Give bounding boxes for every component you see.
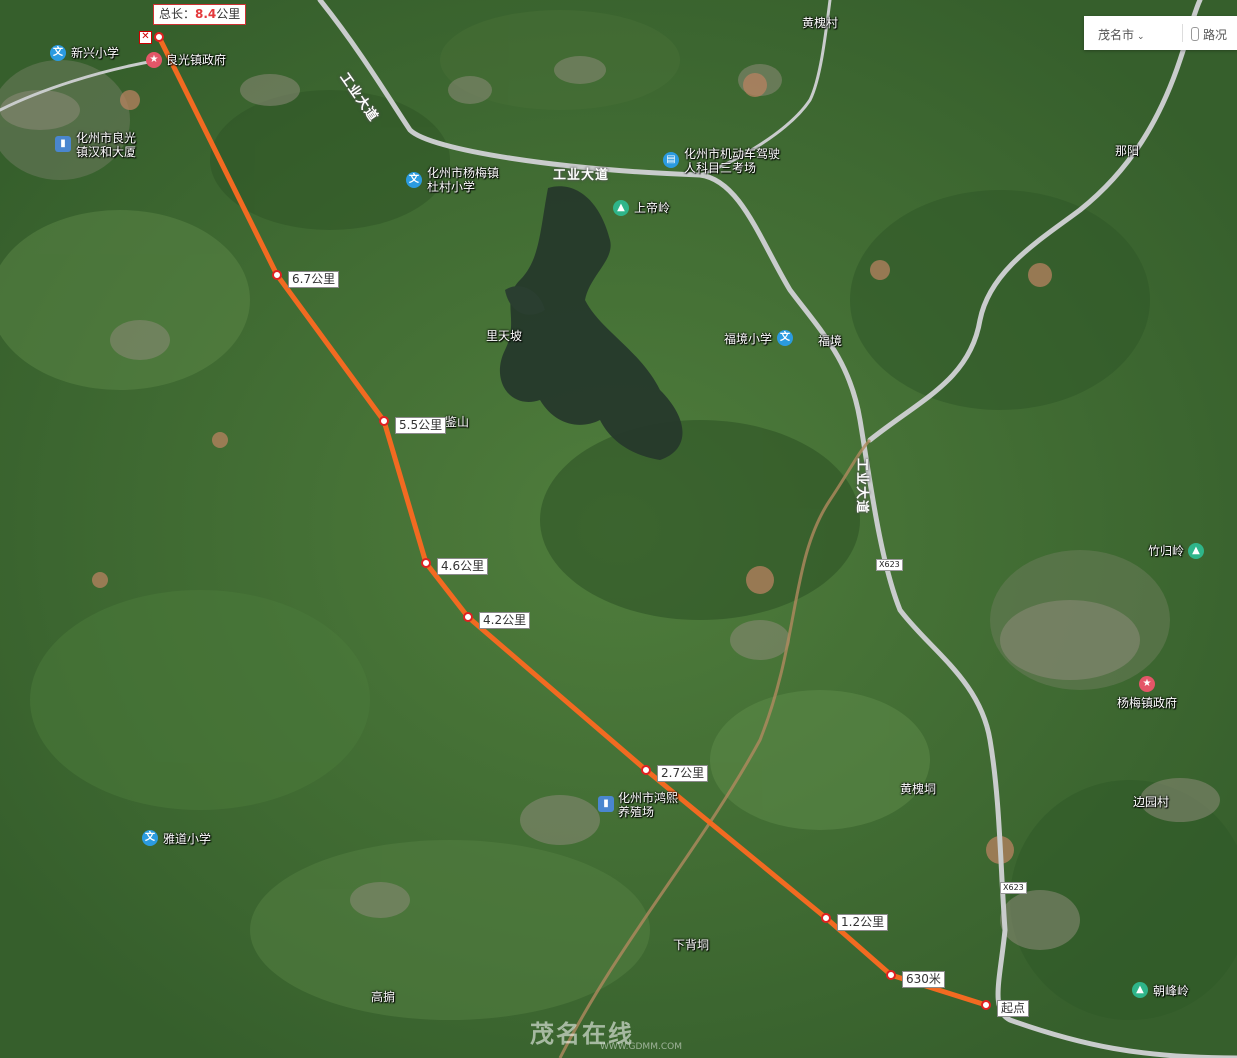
city-selector[interactable]: 茂名市 ⌄ <box>1098 26 1145 43</box>
traffic-light-icon <box>1191 27 1199 41</box>
road-label-gongye: 工业大道 <box>854 458 869 515</box>
poi-label[interactable]: 福境小学 <box>724 332 772 346</box>
watermark-url: WWW.GDMM.COM <box>600 1042 682 1052</box>
route-vertex[interactable] <box>421 558 431 568</box>
route-start-label: 起点 <box>997 1000 1030 1017</box>
route-distance-marker: 4.2公里 <box>479 612 531 629</box>
route-vertex[interactable] <box>272 270 282 280</box>
route-vertex[interactable] <box>821 913 831 923</box>
poi-label[interactable]: 竹归岭 <box>1148 544 1184 558</box>
place-label: 里天坡 <box>486 329 523 343</box>
farm-icon[interactable]: ▮ <box>598 796 614 812</box>
poi-label[interactable]: 杨梅镇政府 <box>1117 696 1177 710</box>
government-icon[interactable]: ★ <box>146 52 162 68</box>
poi-label[interactable]: 良光镇政府 <box>166 53 226 67</box>
route-vertex-end[interactable] <box>154 32 164 42</box>
chevron-down-icon: ⌄ <box>1137 32 1145 42</box>
route-distance-marker: 4.6公里 <box>437 558 489 575</box>
school-icon[interactable]: 文 <box>406 172 422 188</box>
place-label: 高掮 <box>371 990 396 1004</box>
route-vertex[interactable] <box>379 416 389 426</box>
route-distance-marker: 5.5公里 <box>395 417 447 434</box>
city-name: 茂名市 <box>1098 28 1135 42</box>
traffic-toggle[interactable]: 路况 <box>1191 26 1227 43</box>
route-vertex[interactable] <box>463 612 473 622</box>
place-label: 福境 <box>818 334 843 348</box>
traffic-label: 路况 <box>1203 28 1228 42</box>
mountain-icon[interactable]: ▲ <box>1132 982 1148 998</box>
road-shield-x623: X623 <box>876 559 903 571</box>
building-icon[interactable]: ▮ <box>55 136 71 152</box>
mountain-icon[interactable]: ▲ <box>613 200 629 216</box>
route-distance-marker: 630米 <box>902 971 945 988</box>
route-vertex[interactable] <box>641 765 651 775</box>
school-icon[interactable]: 文 <box>142 830 158 846</box>
route-distance-marker: 6.7公里 <box>288 271 340 288</box>
government-icon[interactable]: ★ <box>1139 676 1155 692</box>
school-icon[interactable]: 文 <box>777 330 793 346</box>
exam-center-icon[interactable]: ▤ <box>663 152 679 168</box>
toolbar-divider <box>1182 24 1183 42</box>
route-distance-marker: 2.7公里 <box>657 765 709 782</box>
poi-label[interactable]: 上帝岭 <box>634 201 670 215</box>
poi-label[interactable]: 化州市良光镇汉和大厦 <box>76 131 138 159</box>
satellite-map[interactable] <box>0 0 1237 1058</box>
total-prefix: 总长： <box>159 7 196 21</box>
close-route-icon[interactable]: ✕ <box>139 31 152 44</box>
place-label: 黄槐村 <box>802 16 839 30</box>
place-label: 鉴山 <box>445 415 470 429</box>
school-icon[interactable]: 文 <box>50 45 66 61</box>
road-shield-x623: X623 <box>1000 882 1027 894</box>
route-distance-marker: 1.2公里 <box>837 914 889 931</box>
mountain-icon[interactable]: ▲ <box>1188 543 1204 559</box>
total-value: 8.4 <box>195 7 217 21</box>
total-unit: 公里 <box>216 7 241 21</box>
poi-label[interactable]: 雅道小学 <box>163 832 211 846</box>
route-total-length: 总长：8.4公里 <box>153 4 247 25</box>
poi-label[interactable]: 化州市机动车驾驶人科目三考场 <box>684 147 782 175</box>
place-label: 下背垌 <box>673 938 710 952</box>
poi-label[interactable]: 新兴小学 <box>71 46 119 60</box>
place-label: 黄槐垌 <box>900 782 937 796</box>
map-toolbar: 茂名市 ⌄ 路况 <box>1084 16 1237 50</box>
poi-label[interactable]: 化州市杨梅镇杜村小学 <box>427 166 501 194</box>
poi-label[interactable]: 朝峰岭 <box>1153 984 1189 998</box>
road-label-gongye: 工业大道 <box>553 168 610 183</box>
poi-label[interactable]: 化州市鸿熙养殖场 <box>618 791 680 819</box>
place-label: 边园村 <box>1133 795 1170 809</box>
place-label: 那阳 <box>1115 144 1140 158</box>
route-vertex[interactable] <box>886 970 896 980</box>
route-vertex-start[interactable] <box>981 1000 991 1010</box>
